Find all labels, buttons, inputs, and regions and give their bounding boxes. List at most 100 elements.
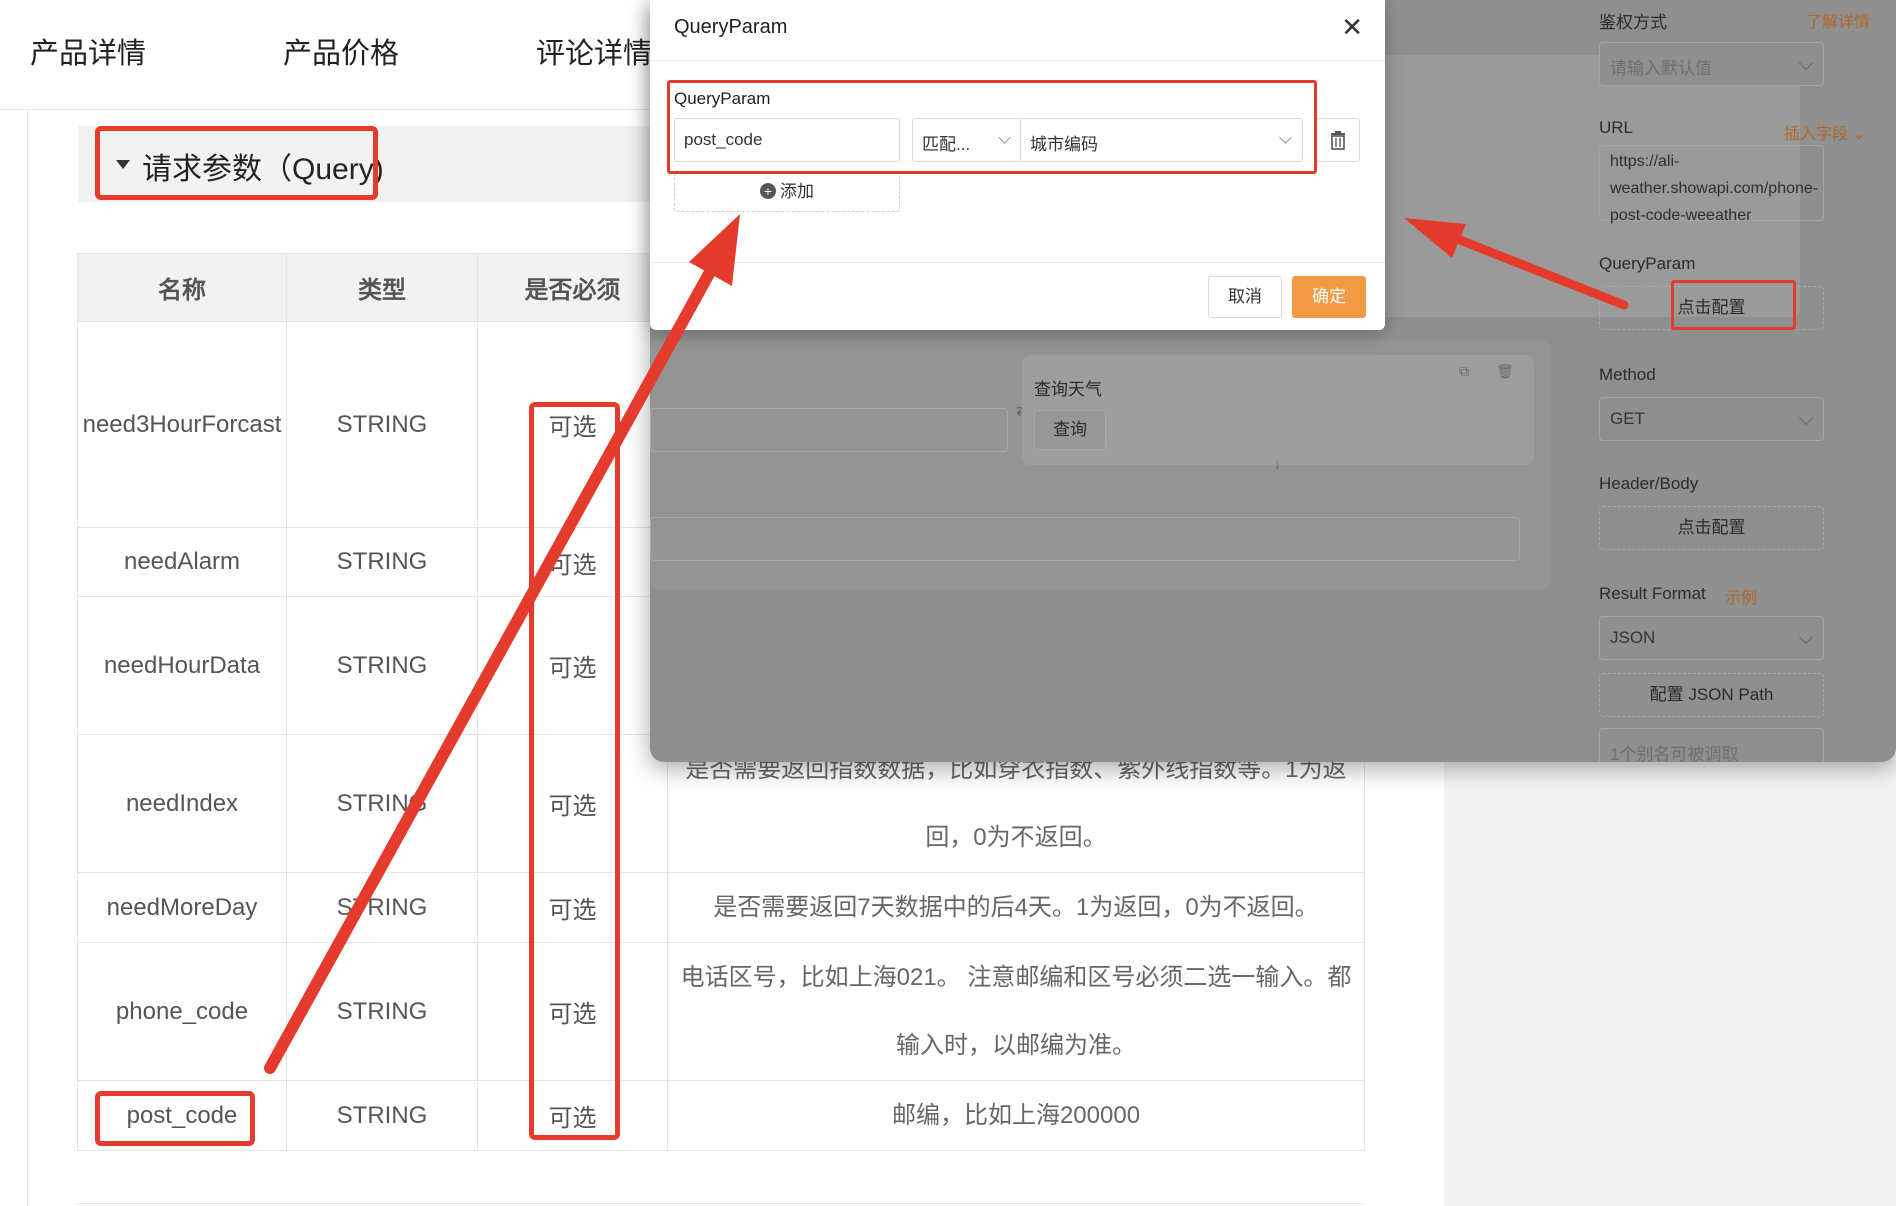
right-gray-panel (1444, 760, 1896, 1206)
cell-type: STRING (286, 527, 478, 597)
cell-desc: 是否需要返回7天数据中的后4天。1为返回，0为不返回。 (667, 872, 1365, 943)
cell-type: STRING (286, 596, 478, 735)
cell-required: 可选 (477, 527, 668, 597)
confirm-button[interactable]: 确定 (1292, 276, 1366, 318)
insert-field-label: 插入字段 (1784, 126, 1849, 143)
tab-product-detail[interactable]: 产品详情 (30, 30, 146, 72)
desc-line: 输入时，以邮编为准。 (896, 1031, 1136, 1059)
tab-reviews[interactable]: 评论详情 (536, 30, 652, 72)
canvas-input[interactable] (650, 408, 1008, 452)
cell-name: phone_code (77, 942, 287, 1081)
auth-placeholder: 请输入默认值 (1610, 59, 1712, 78)
method-label: Method (1599, 365, 1656, 384)
cell-required: 可选 (477, 321, 668, 528)
result-format-value: JSON (1610, 628, 1656, 647)
divider (650, 262, 1385, 263)
url-line: https://ali- (1610, 153, 1680, 170)
auth-label: 鉴权方式 (1599, 13, 1667, 32)
weather-node[interactable]: 查询天气 查询 ⧉ 🗑 (1022, 355, 1534, 465)
alias-input[interactable]: 1个别名可被调取 (1599, 728, 1824, 762)
close-icon[interactable]: ✕ (1341, 14, 1363, 40)
cell-type: STRING (286, 942, 478, 1081)
headerbody-label: Header/Body (1599, 474, 1699, 493)
desc-line: 回，0为不返回。 (925, 823, 1107, 851)
method-value: GET (1610, 409, 1645, 428)
delete-param-button[interactable] (1316, 118, 1360, 162)
cancel-button[interactable]: 取消 (1208, 276, 1282, 318)
url-line: weather.showapi.com/phone- (1610, 180, 1819, 197)
cell-required: 可选 (477, 734, 668, 873)
auth-detail-link[interactable]: 了解详情 (1806, 8, 1870, 32)
trash-icon (1331, 131, 1345, 150)
cell-type: STRING (286, 734, 478, 873)
divider (650, 60, 1385, 61)
add-label: 添加 (780, 182, 814, 201)
chevron-down-icon (1279, 131, 1292, 144)
column-header-required: 是否必须 (477, 253, 668, 322)
divider (77, 1203, 1364, 1204)
query-button[interactable]: 查询 (1034, 410, 1106, 450)
divider (27, 110, 28, 1206)
insert-field-link[interactable]: 插入字段 ⌄ (1784, 120, 1866, 144)
cell-required: 可选 (477, 1080, 668, 1151)
node-title: 查询天气 (1034, 380, 1102, 399)
section-header-query[interactable]: 请求参数（Query) (78, 126, 658, 202)
trash-icon[interactable]: 🗑 (1496, 363, 1514, 380)
chevron-down-icon: ⌄ (1852, 126, 1866, 143)
section-title: 请求参数（Query) (142, 153, 384, 186)
cell-type: STRING (286, 872, 478, 943)
chevron-down-icon (1798, 55, 1814, 71)
match-select[interactable]: 匹配... (912, 118, 1022, 162)
result-format-label: Result Format (1599, 584, 1706, 603)
cell-name: needIndex (77, 734, 287, 873)
auth-select[interactable]: 请输入默认值 (1599, 42, 1824, 86)
cell-name: post_code (77, 1080, 287, 1151)
method-select[interactable]: GET (1599, 397, 1824, 441)
column-header-type: 类型 (286, 253, 478, 322)
modal-title: QueryParam (674, 16, 788, 38)
chevron-down-icon (998, 131, 1011, 144)
queryparam-config-button[interactable]: 点击配置 (1599, 286, 1824, 330)
chevron-down-icon (1798, 629, 1814, 645)
canvas-input[interactable] (650, 517, 1520, 561)
queryparam-field-label: QueryParam (674, 89, 771, 108)
jsonpath-config-button[interactable]: 配置 JSON Path (1599, 673, 1824, 717)
alias-placeholder: 1个别名可被调取 (1610, 745, 1739, 762)
cell-type: STRING (286, 1080, 478, 1151)
cell-required: 可选 (477, 942, 668, 1081)
param-name-input[interactable] (674, 118, 900, 162)
copy-icon[interactable]: ⧉ (1459, 363, 1469, 380)
plus-circle-icon: + (760, 183, 776, 199)
source-value: 城市编码 (1030, 135, 1098, 154)
queryparam-label: QueryParam (1599, 254, 1696, 273)
arrow-down-icon: ↓ (1274, 456, 1281, 472)
cell-desc: 电话区号，比如上海021。 注意邮编和区号必须二选一输入。都 输入时，以邮编为准。 (667, 942, 1365, 1081)
headerbody-config-button[interactable]: 点击配置 (1599, 506, 1824, 550)
url-label: URL (1599, 118, 1634, 137)
cell-type: STRING (286, 321, 478, 528)
cell-name: needAlarm (77, 527, 287, 597)
doc-tabs: 产品详情 产品价格 评论详情 (0, 0, 660, 110)
match-value: 匹配... (922, 135, 971, 154)
url-line: post-code-weeather (1610, 207, 1752, 224)
cell-required: 可选 (477, 872, 668, 943)
cell-desc: 邮编，比如上海200000 (667, 1080, 1365, 1151)
source-select[interactable]: 城市编码 (1020, 118, 1303, 162)
result-format-select[interactable]: JSON (1599, 616, 1824, 660)
url-textarea[interactable]: https://ali- weather.showapi.com/phone- … (1599, 145, 1824, 224)
queryparam-modal: QueryParam ✕ QueryParam 匹配... 城市编码 +添加 取… (650, 0, 1385, 330)
cell-required: 可选 (477, 596, 668, 735)
result-example-link[interactable]: 示例 (1725, 584, 1757, 608)
column-header-name: 名称 (77, 253, 287, 322)
cell-name: need3HourForcast (77, 321, 287, 528)
add-param-button[interactable]: + 添加 (674, 172, 900, 212)
cell-name: needMoreDay (77, 872, 287, 943)
chevron-down-icon (1798, 410, 1814, 426)
desc-line: 电话区号，比如上海021。 注意邮编和区号必须二选一输入。都 (680, 963, 1352, 991)
table-row: needMoreDay STRING 可选 是否需要返回7天数据中的后4天。1为… (77, 872, 1365, 943)
table-row: post_code STRING 可选 邮编，比如上海200000 (77, 1080, 1365, 1151)
tab-product-price[interactable]: 产品价格 (283, 30, 399, 72)
cell-name: needHourData (77, 596, 287, 735)
caret-down-icon (116, 160, 130, 169)
table-row: phone_code STRING 可选 电话区号，比如上海021。 注意邮编和… (77, 942, 1365, 1081)
